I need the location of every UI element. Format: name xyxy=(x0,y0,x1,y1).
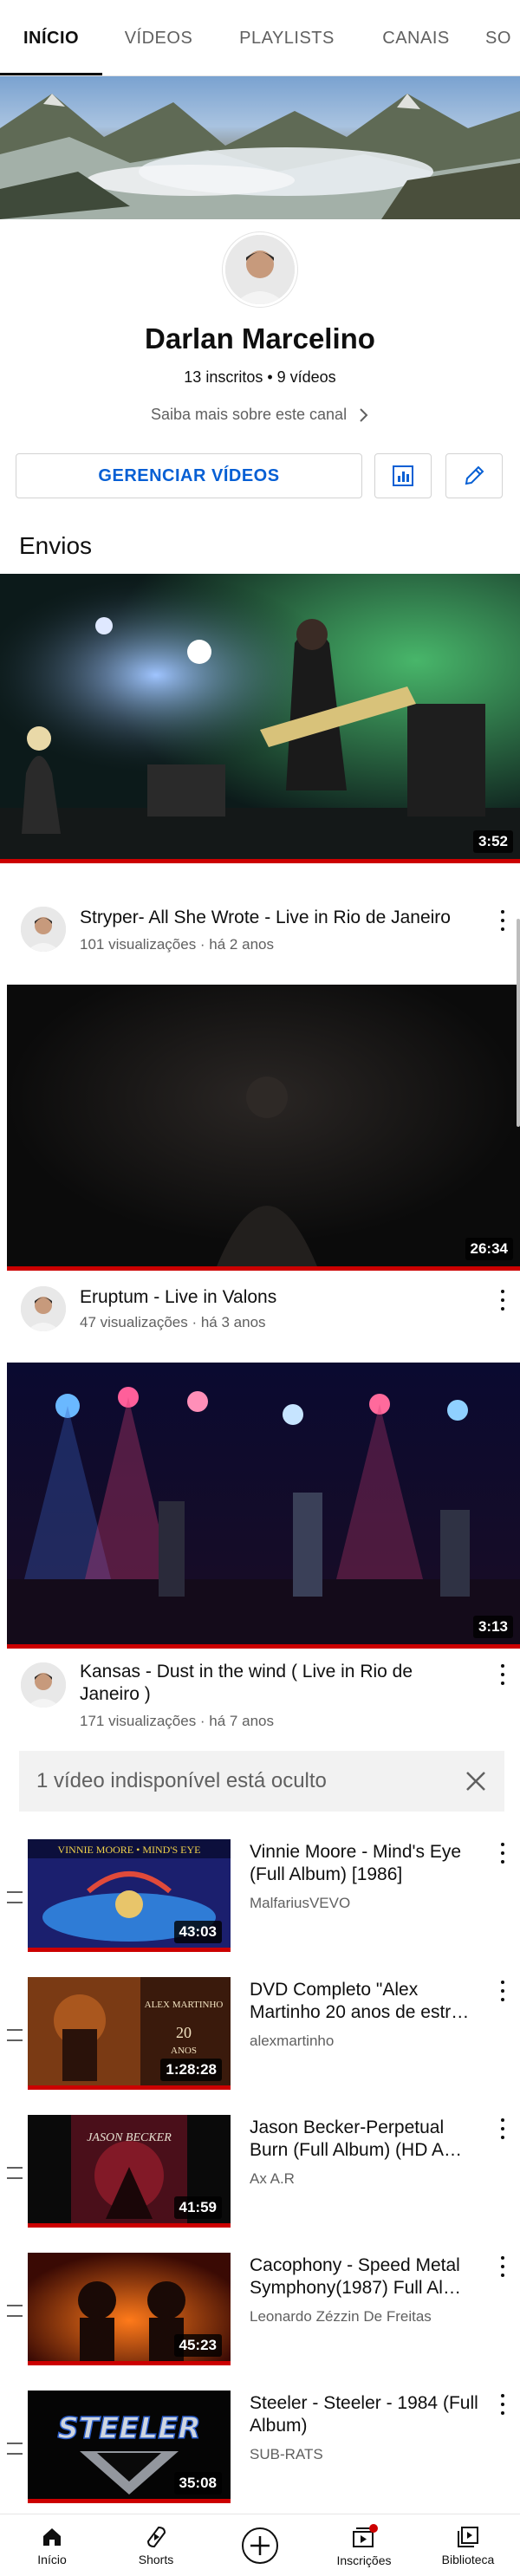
playlist-video-title[interactable]: DVD Completo "Alex Martinho 20 anos de e… xyxy=(250,1979,484,2024)
bottom-navigation: Início Shorts Inscrições Biblioteca xyxy=(0,2514,520,2575)
channel-name: Darlan Marcelino xyxy=(145,322,375,355)
hidden-video-notice: 1 vídeo indisponível está oculto xyxy=(19,1751,504,1812)
video-duration: 26:34 xyxy=(465,1238,513,1260)
more-options-icon[interactable] xyxy=(494,2117,511,2141)
playlist-item[interactable]: JASON BECKER 41:59 Jason Becker-Perpetua… xyxy=(0,2115,520,2245)
section-title-envios: Envios xyxy=(19,532,93,559)
more-options-icon[interactable] xyxy=(494,1979,511,2003)
edit-channel-button[interactable] xyxy=(445,453,503,498)
playlist-video-title[interactable]: Jason Becker-Perpetual Burn (Full Album)… xyxy=(250,2117,484,2162)
playlist-video-channel: Leonardo Zézzin De Freitas xyxy=(250,2308,432,2325)
video-duration: 1:28:28 xyxy=(160,2059,222,2081)
svg-text:JASON BECKER: JASON BECKER xyxy=(87,2131,172,2144)
scrollbar[interactable] xyxy=(517,919,520,1127)
avatar[interactable] xyxy=(21,907,66,952)
about-label: Saiba mais sobre este canal xyxy=(150,406,348,423)
nav-item-biblioteca[interactable]: Biblioteca xyxy=(416,2514,520,2576)
video-thumbnail[interactable]: 26:34 xyxy=(7,985,520,1271)
video-thumbnail[interactable]: 3:52 xyxy=(0,574,520,863)
nav-label: Início xyxy=(37,2552,67,2566)
close-icon[interactable] xyxy=(459,1765,492,1798)
playlist-thumbnail[interactable]: STEELER 35:08 xyxy=(28,2391,231,2503)
hidden-notice-text: 1 vídeo indisponível está oculto xyxy=(36,1769,327,1792)
channel-about-link[interactable]: Saiba mais sobre este canal xyxy=(0,406,520,424)
nav-item-inscricoes[interactable]: Inscrições xyxy=(312,2514,416,2576)
video-duration: 35:08 xyxy=(173,2472,222,2495)
avatar[interactable] xyxy=(21,1286,66,1331)
video-thumbnail[interactable]: 3:13 xyxy=(7,1363,520,1649)
playlist-item[interactable]: VINNIE MOORE • MIND'S EYE 43:03 Vinnie M… xyxy=(0,1839,520,1969)
drag-handle-icon[interactable] xyxy=(7,2305,23,2317)
video-meta: 101 visualizações · há 2 anos xyxy=(80,936,274,953)
playlist-video-title[interactable]: Vinnie Moore - Mind's Eye (Full Album) [… xyxy=(250,1841,484,1886)
video-title[interactable]: Kansas - Dust in the wind ( Live in Rio … xyxy=(80,1661,461,1706)
playlist-thumbnail[interactable]: JASON BECKER 41:59 xyxy=(28,2115,231,2228)
video-meta: 171 visualizações · há 7 anos xyxy=(80,1713,274,1729)
more-options-icon[interactable] xyxy=(494,908,511,933)
shorts-icon xyxy=(146,2526,166,2547)
nav-item-shorts[interactable]: Shorts xyxy=(104,2514,208,2576)
nav-item-inicio[interactable]: Início xyxy=(0,2514,104,2576)
analytics-button[interactable] xyxy=(374,453,432,498)
video-duration: 3:13 xyxy=(472,1616,513,1638)
svg-text:20: 20 xyxy=(176,2024,192,2041)
playlist-item[interactable]: 45:23 Cacophony - Speed Metal Symphony(1… xyxy=(0,2253,520,2383)
svg-text:ANOS: ANOS xyxy=(171,2046,197,2056)
playlist-item[interactable]: ALEX MARTINHO 20 ANOS 1:28:28 DVD Comple… xyxy=(0,1977,520,2107)
playlist-video-channel: Ax A.R xyxy=(250,2170,295,2187)
svg-text:STEELER: STEELER xyxy=(57,2411,200,2446)
drag-handle-icon[interactable] xyxy=(7,2167,23,2179)
drag-handle-icon[interactable] xyxy=(7,1891,23,1903)
tab-sobre[interactable]: SO xyxy=(485,0,520,75)
home-icon xyxy=(43,2527,61,2546)
playlist-video-channel: SUB-RATS xyxy=(250,2446,323,2462)
playlist-item[interactable]: STEELER 35:08 Steeler - Steeler - 1984 (… xyxy=(0,2391,520,2521)
video-title[interactable]: Eruptum - Live in Valons xyxy=(80,1286,478,1309)
analytics-icon xyxy=(393,465,413,486)
album-cover-text: VINNIE MOORE • MIND'S EYE xyxy=(57,1844,200,1856)
more-options-icon[interactable] xyxy=(494,1841,511,1865)
channel-tabs: INÍCIO VÍDEOS PLAYLISTS CANAIS SO xyxy=(0,0,520,76)
video-duration: 43:03 xyxy=(173,1921,222,1943)
channel-banner xyxy=(0,76,520,219)
manage-videos-button[interactable]: GERENCIAR VÍDEOS xyxy=(16,453,362,498)
create-button[interactable] xyxy=(208,2514,312,2576)
tab-playlists[interactable]: PLAYLISTS xyxy=(224,0,350,75)
svg-text:ALEX MARTINHO: ALEX MARTINHO xyxy=(145,2000,224,2010)
drag-handle-icon[interactable] xyxy=(7,2443,23,2455)
video-duration: 3:52 xyxy=(472,830,513,853)
more-options-icon[interactable] xyxy=(494,1662,511,1687)
playlist-thumbnail[interactable]: VINNIE MOORE • MIND'S EYE 43:03 xyxy=(28,1839,231,1952)
tab-canais[interactable]: CANAIS xyxy=(364,0,468,75)
video-meta: 47 visualizações · há 3 anos xyxy=(80,1314,266,1330)
chevron-right-icon xyxy=(360,407,368,422)
subscriptions-icon xyxy=(353,2523,378,2547)
library-icon xyxy=(458,2526,478,2547)
nav-label: Shorts xyxy=(138,2552,174,2566)
playlist-thumbnail[interactable]: 45:23 xyxy=(28,2253,231,2365)
more-options-icon[interactable] xyxy=(494,2254,511,2279)
playlist-video-channel: MalfariusVEVO xyxy=(250,1895,351,1911)
playlist-thumbnail[interactable]: ALEX MARTINHO 20 ANOS 1:28:28 xyxy=(28,1977,231,2090)
plus-circle-icon xyxy=(242,2527,278,2564)
video-duration: 41:59 xyxy=(173,2196,222,2219)
playlist-video-title[interactable]: Cacophony - Speed Metal Symphony(1987) F… xyxy=(250,2254,484,2300)
more-options-icon[interactable] xyxy=(494,2392,511,2417)
nav-label: Biblioteca xyxy=(441,2552,495,2566)
playlist-video-title[interactable]: Steeler - Steeler - 1984 (Full Album) xyxy=(250,2392,484,2437)
video-duration: 45:23 xyxy=(173,2334,222,2357)
tab-videos[interactable]: VÍDEOS xyxy=(102,0,215,75)
video-title[interactable]: Stryper- All She Wrote - Live in Rio de … xyxy=(80,907,478,929)
channel-avatar[interactable] xyxy=(223,232,297,307)
playlist-video-channel: alexmartinho xyxy=(250,2033,335,2049)
channel-stats: 13 inscritos • 9 vídeos xyxy=(184,368,336,386)
drag-handle-icon[interactable] xyxy=(7,2029,23,2041)
avatar[interactable] xyxy=(21,1662,66,1708)
more-options-icon[interactable] xyxy=(494,1288,511,1312)
tab-inicio[interactable]: INÍCIO xyxy=(0,0,102,75)
nav-label: Inscrições xyxy=(336,2553,392,2567)
pencil-icon xyxy=(465,465,484,485)
